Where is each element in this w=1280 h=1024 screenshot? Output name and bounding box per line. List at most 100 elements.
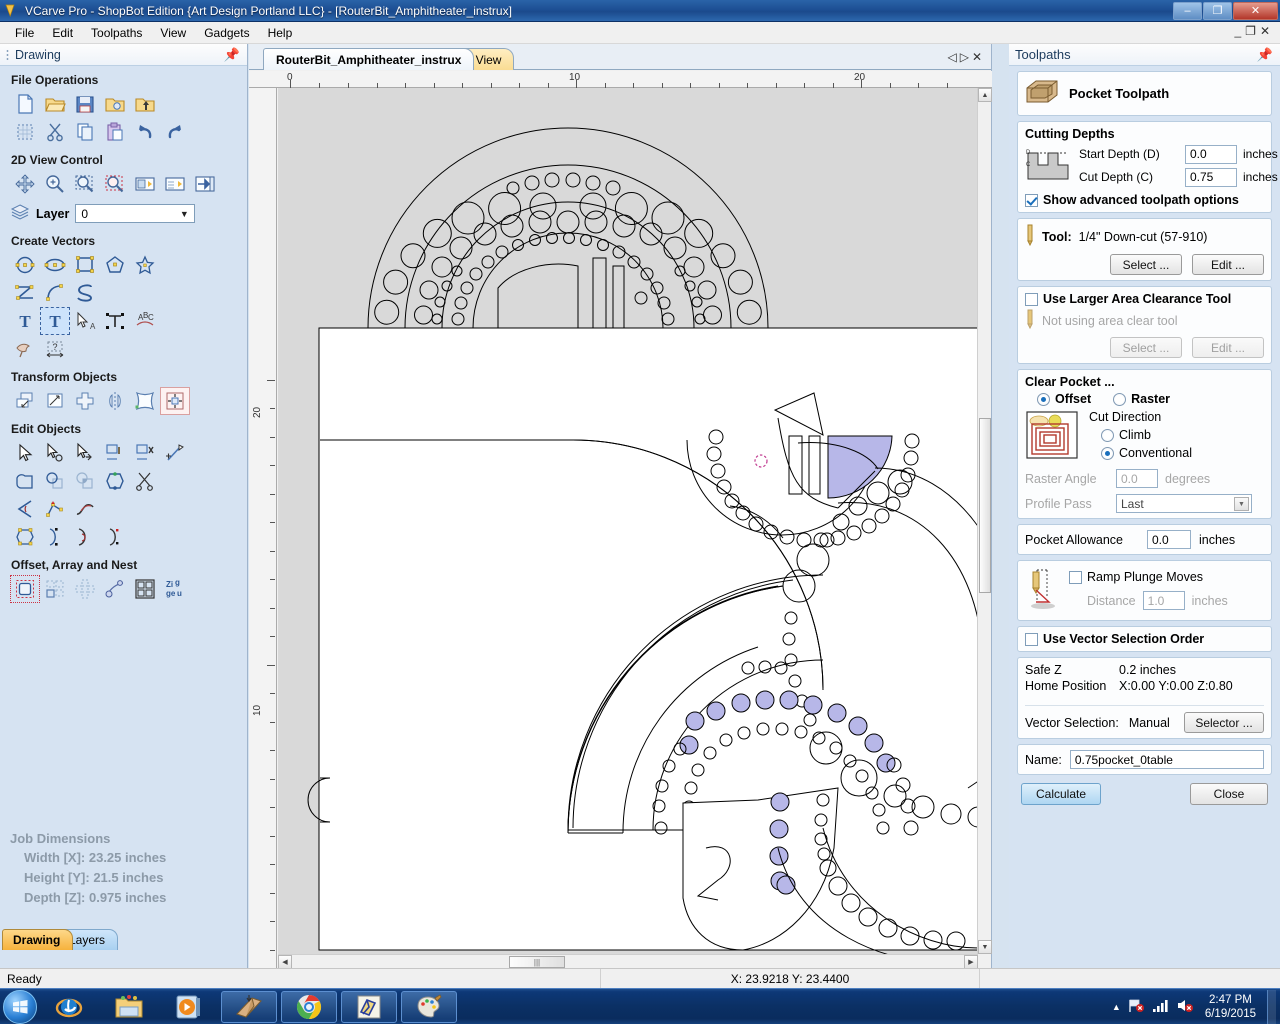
offset-icon[interactable] bbox=[10, 575, 40, 603]
zoom-fit-icon[interactable] bbox=[160, 170, 190, 198]
close-button[interactable]: ✕ bbox=[1233, 2, 1278, 20]
scroll-up-button[interactable]: ▲ bbox=[978, 88, 992, 102]
cut-icon[interactable] bbox=[40, 118, 70, 146]
copy-icon[interactable] bbox=[70, 118, 100, 146]
redo-icon[interactable] bbox=[160, 118, 190, 146]
vertical-scroll-thumb[interactable] bbox=[979, 418, 991, 593]
offset-radio-row[interactable]: Offset bbox=[1037, 392, 1091, 406]
zoom-box-icon[interactable] bbox=[100, 170, 130, 198]
clock[interactable]: 2:47 PM 6/19/2015 bbox=[1201, 993, 1260, 1021]
mdi-minimize-button[interactable]: _ bbox=[1234, 24, 1245, 38]
toggle-panel-icon[interactable] bbox=[190, 170, 220, 198]
network-error-icon[interactable] bbox=[1128, 998, 1145, 1016]
curve-icon[interactable] bbox=[70, 279, 100, 307]
climb-radio[interactable] bbox=[1101, 428, 1114, 442]
pin-icon[interactable]: 📌 bbox=[224, 47, 240, 63]
ungroup-icon[interactable] bbox=[130, 439, 160, 467]
vector-artwork[interactable] bbox=[278, 88, 978, 968]
dimension-icon[interactable]: ? bbox=[40, 335, 70, 363]
show-desktop-button[interactable] bbox=[1267, 989, 1276, 1024]
name-input[interactable]: 0.75pocket_0table bbox=[1069, 750, 1264, 769]
text-transform-icon[interactable] bbox=[100, 307, 130, 335]
selector-button[interactable]: Selector ... bbox=[1184, 712, 1264, 733]
copy-along-curve-icon[interactable] bbox=[100, 575, 130, 603]
trace-bitmap-icon[interactable] bbox=[10, 335, 40, 363]
canvas-horizontal-scrollbar[interactable]: ◀ ||| ▶ bbox=[278, 954, 978, 969]
arc-icon[interactable] bbox=[40, 279, 70, 307]
text-icon[interactable]: T bbox=[10, 307, 40, 335]
open-recent-icon[interactable] bbox=[100, 90, 130, 118]
star-icon[interactable] bbox=[130, 251, 160, 279]
ramp-distance-input[interactable]: 1.0 bbox=[1142, 591, 1185, 610]
tab-close-icon[interactable]: ✕ bbox=[972, 50, 985, 64]
point-node-icon[interactable] bbox=[100, 523, 130, 551]
google-chrome-icon[interactable] bbox=[281, 990, 337, 1023]
raster-radio[interactable] bbox=[1113, 392, 1127, 406]
distort-icon[interactable] bbox=[130, 387, 160, 415]
cut-depth-input[interactable]: 0.75 bbox=[1185, 167, 1237, 187]
document-tab-2d[interactable]: RouterBit_Amphitheater_instrux bbox=[263, 48, 475, 70]
menu-item-edit[interactable]: Edit bbox=[43, 23, 82, 43]
use-area-clearance-checkbox[interactable] bbox=[1025, 292, 1038, 306]
rotate-copy-icon[interactable] bbox=[70, 575, 100, 603]
measure-icon[interactable] bbox=[160, 439, 190, 467]
drawing-canvas[interactable] bbox=[278, 88, 978, 968]
move-icon[interactable] bbox=[10, 387, 40, 415]
new-file-icon[interactable] bbox=[10, 90, 40, 118]
polyline-icon[interactable] bbox=[10, 279, 40, 307]
zoom-extents-icon[interactable] bbox=[70, 170, 100, 198]
nest-icon[interactable] bbox=[130, 575, 160, 603]
tool-edit-button[interactable]: Edit ... bbox=[1192, 254, 1264, 275]
minimize-button[interactable]: – bbox=[1173, 2, 1202, 20]
drag-grip-icon[interactable] bbox=[6, 48, 9, 61]
zigzag-icon[interactable]: Zi g ge u bbox=[160, 575, 190, 603]
pan-icon[interactable] bbox=[10, 170, 40, 198]
select-all-icon[interactable] bbox=[10, 118, 40, 146]
close-button[interactable]: Close bbox=[1190, 783, 1268, 805]
media-player-icon[interactable] bbox=[161, 991, 217, 1023]
windows-start-icon[interactable] bbox=[3, 989, 37, 1024]
intersect-icon[interactable] bbox=[70, 467, 100, 495]
vector-selection-order-checkbox[interactable] bbox=[1025, 632, 1038, 646]
menu-item-help[interactable]: Help bbox=[259, 23, 302, 43]
select-arrow-icon[interactable] bbox=[10, 439, 40, 467]
line-node-icon[interactable] bbox=[70, 523, 100, 551]
menu-item-gadgets[interactable]: Gadgets bbox=[195, 23, 258, 43]
scroll-down-button[interactable]: ▼ bbox=[978, 940, 992, 954]
pin-icon[interactable]: 📌 bbox=[1257, 47, 1273, 63]
mirror-icon[interactable] bbox=[100, 387, 130, 415]
signal-bars-icon[interactable] bbox=[1152, 998, 1169, 1016]
start-depth-input[interactable]: 0.0 bbox=[1185, 144, 1237, 164]
text-on-curve-icon[interactable]: ABC bbox=[130, 307, 160, 335]
scroll-left-button[interactable]: ◀ bbox=[278, 955, 292, 969]
mdi-window-controls[interactable]: _❐✕ bbox=[1234, 24, 1274, 38]
window-controls[interactable]: – ❐ ✕ bbox=[1173, 2, 1278, 20]
maximize-button[interactable]: ❐ bbox=[1203, 2, 1232, 20]
calculate-button[interactable]: Calculate bbox=[1021, 783, 1101, 805]
trim-icon[interactable] bbox=[130, 467, 160, 495]
rectangle-icon[interactable] bbox=[70, 251, 100, 279]
document-tab-nav[interactable]: ◁▷✕ bbox=[947, 50, 985, 64]
ramp-plunge-checkbox[interactable] bbox=[1069, 570, 1082, 584]
internet-explorer-icon[interactable] bbox=[41, 991, 97, 1023]
mdi-close-button[interactable]: ✕ bbox=[1260, 24, 1274, 38]
menu-item-file[interactable]: File bbox=[6, 23, 43, 43]
tab-drawing[interactable]: Drawing bbox=[2, 929, 74, 950]
vcarve-pro-icon[interactable] bbox=[221, 990, 277, 1023]
menu-item-view[interactable]: View bbox=[151, 23, 195, 43]
profile-pass-select[interactable]: Last ▼ bbox=[1116, 494, 1252, 513]
smooth-node-icon[interactable] bbox=[70, 495, 100, 523]
pocket-allowance-input[interactable]: 0.0 bbox=[1147, 530, 1191, 549]
offset-radio[interactable] bbox=[1037, 392, 1050, 406]
conventional-radio[interactable] bbox=[1101, 446, 1114, 460]
area-clear-select-button[interactable]: Select ... bbox=[1110, 337, 1182, 358]
raster-angle-input[interactable]: 0.0 bbox=[1116, 469, 1158, 488]
show-advanced-checkbox[interactable] bbox=[1025, 193, 1038, 207]
close-vector-icon[interactable] bbox=[10, 523, 40, 551]
text-box-icon[interactable]: T bbox=[40, 307, 70, 335]
text-select-icon[interactable]: AB bbox=[70, 307, 100, 335]
circle-icon[interactable] bbox=[10, 251, 40, 279]
node-edit-icon[interactable] bbox=[40, 439, 70, 467]
canvas-vertical-scrollbar[interactable]: ▲ ▼ bbox=[977, 88, 992, 954]
group-icon[interactable] bbox=[100, 439, 130, 467]
